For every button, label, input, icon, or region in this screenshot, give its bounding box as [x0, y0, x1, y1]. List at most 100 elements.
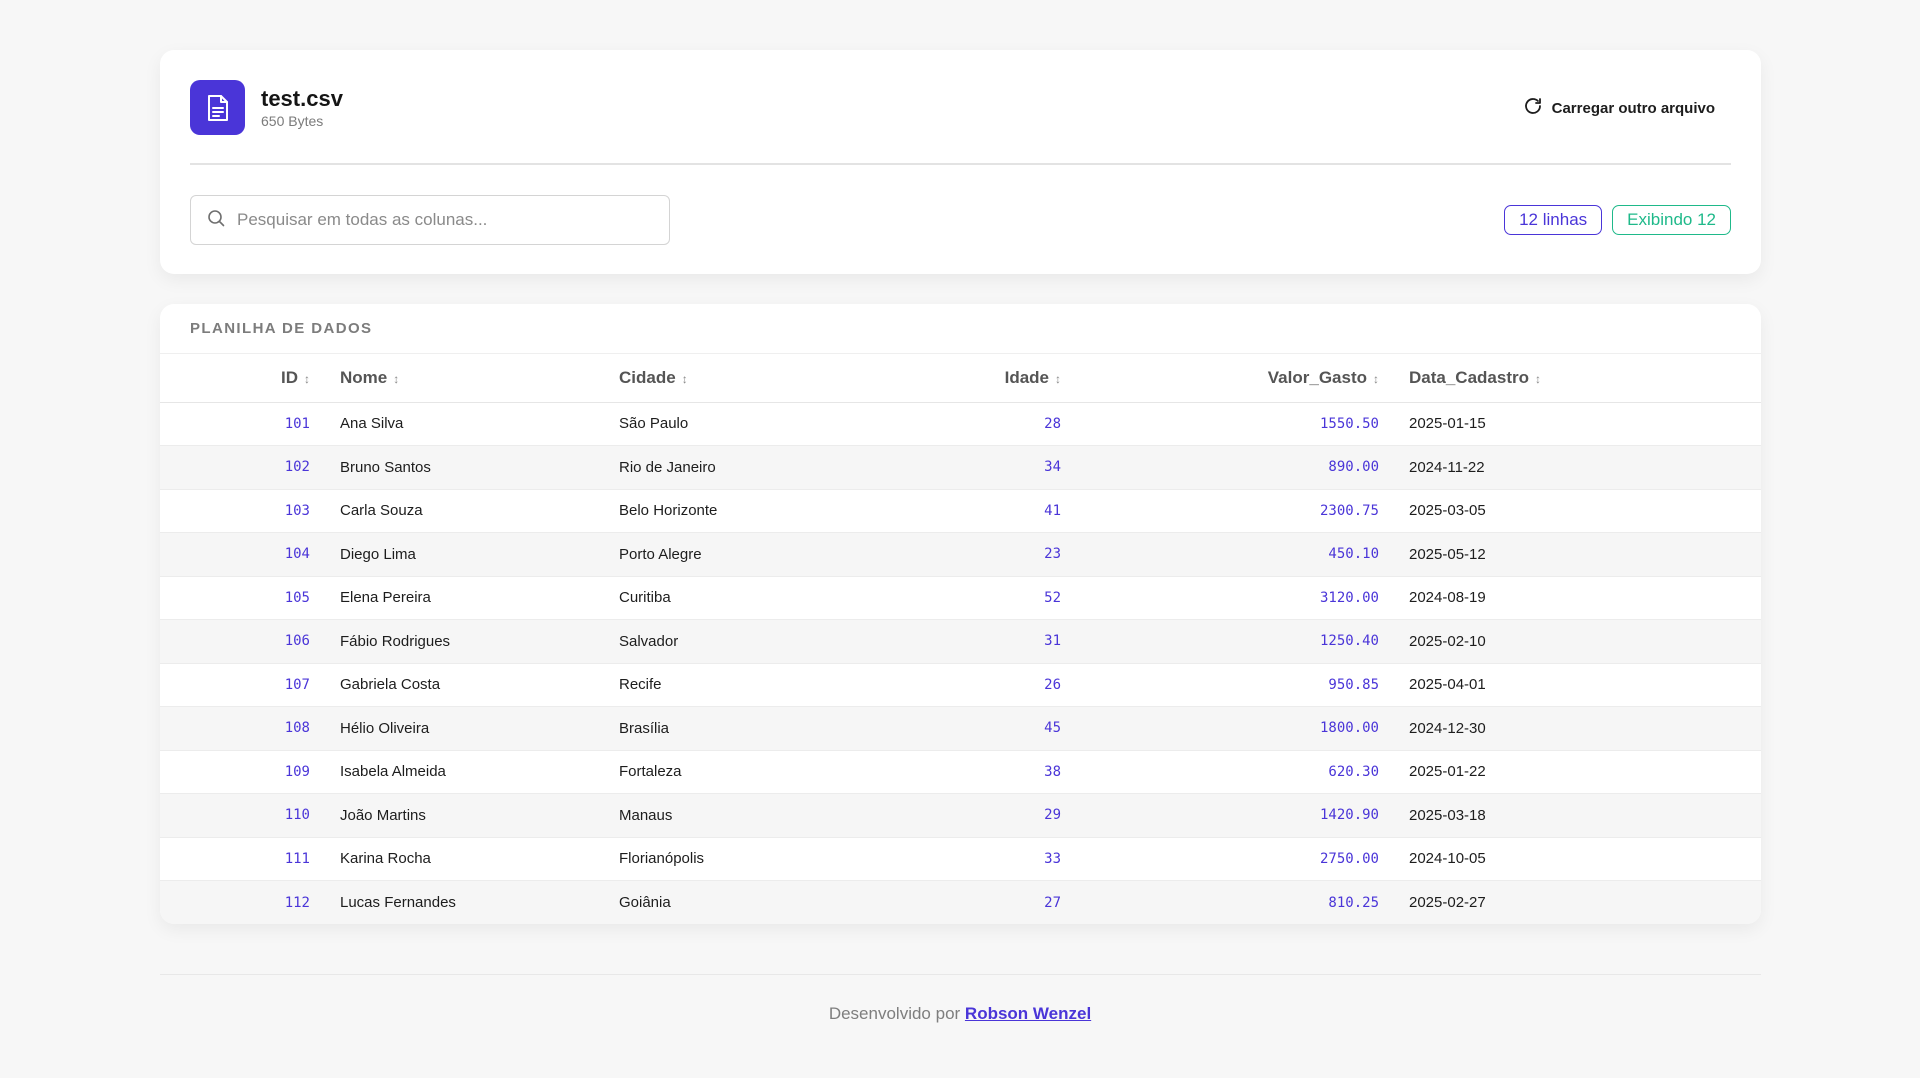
row-count-badges: 12 linhas Exibindo 12	[1504, 205, 1731, 235]
cell-id: 103	[160, 489, 310, 533]
cell-idade: 52	[880, 576, 1061, 620]
table-row: 103 Carla Souza Belo Horizonte 41 2300.75 202…	[160, 489, 1761, 533]
cell-cidade: Manaus	[619, 793, 880, 838]
table-row: 104 Diego Lima Porto Alegre 23 450.10 2025-05…	[160, 532, 1761, 577]
cell-valor-gasto: 1420.90	[1061, 793, 1379, 838]
cell-nome: Lucas Fernandes	[340, 894, 456, 911]
cell-cidade: Florianópolis	[619, 837, 880, 881]
footer: Desenvolvido por Robson Wenzel	[0, 1004, 1920, 1024]
cell-data-cadastro: 2025-02-27	[1409, 894, 1486, 911]
cell-id: 112	[284, 894, 310, 911]
table-title: PLANILHA DE DADOS	[160, 304, 1761, 354]
cell-data-cadastro: 2025-01-22	[1379, 750, 1761, 794]
column-header-idade[interactable]: Idade ↕	[880, 354, 1061, 403]
load-another-file-button[interactable]: Carregar outro arquivo	[1523, 96, 1715, 120]
cell-nome: Isabela Almeida	[310, 750, 619, 794]
cell-nome: Bruno Santos	[310, 445, 619, 490]
cell-valor-gasto: 3120.00	[1061, 576, 1379, 620]
cell-data-cadastro: 2024-12-30	[1379, 706, 1761, 751]
sort-icon: ↕	[1373, 371, 1379, 386]
cell-cidade: Rio de Janeiro	[619, 445, 880, 490]
cell-nome: Ana Silva	[310, 402, 619, 446]
header-divider	[190, 163, 1731, 165]
cell-data-cadastro: 2025-04-01	[1379, 663, 1761, 707]
cell-id: 105	[160, 576, 310, 620]
cell-nome: Karina Rocha	[310, 837, 619, 881]
cell-cidade: Salvador	[619, 619, 880, 664]
file-info: test.csv 650 Bytes	[190, 80, 1731, 135]
cell-valor-gasto: 1550.50	[1061, 402, 1379, 446]
cell-valor-gasto: 890.00	[1061, 445, 1379, 490]
cell-valor-gasto: 620.30	[1061, 750, 1379, 794]
cell-cidade: Porto Alegre	[619, 532, 880, 577]
cell-id: 106	[160, 619, 310, 664]
table-row: 108 Hélio Oliveira Brasília 45 1800.00 2024-1…	[160, 706, 1761, 751]
footer-prefix: Desenvolvido por	[828, 1004, 961, 1023]
cell-data-cadastro: 2025-01-15	[1379, 402, 1761, 446]
cell-nome: Fábio Rodrigues	[310, 619, 619, 664]
cell-idade: 45	[880, 706, 1061, 751]
cell-idade: 31	[880, 619, 1061, 664]
table-row: 109 Isabela Almeida Fortaleza 38 620.30 2025-…	[160, 750, 1761, 794]
total-rows-badge: 12 linhas	[1504, 205, 1603, 235]
search-input[interactable]	[237, 210, 657, 230]
file-meta: test.csv 650 Bytes	[261, 86, 343, 130]
column-header-valor-gasto[interactable]: Valor_Gasto ↕	[1061, 354, 1379, 403]
data-table-card: PLANILHA DE DADOS ID ↕ Nome ↕ Cidade ↕ Idad…	[160, 304, 1761, 924]
cell-idade: 33	[880, 837, 1061, 881]
cell-data-cadastro: 2024-08-19	[1379, 576, 1761, 620]
cell-idade: 23	[880, 532, 1061, 577]
data-table: ID ↕ Nome ↕ Cidade ↕ Idade ↕ Valor_Gasto ↕ Da…	[160, 354, 1761, 924]
cell-data-cadastro: 2025-03-18	[1379, 793, 1761, 838]
cell-cidade: Curitiba	[619, 576, 880, 620]
footer-divider	[160, 974, 1761, 975]
table-body: 101 Ana Silva São Paulo 28 1550.50 2025-01-15…	[160, 402, 1761, 924]
cell-cidade: São Paulo	[619, 402, 880, 446]
cell-valor-gasto: 810.25	[1328, 894, 1379, 911]
search-box[interactable]	[190, 195, 670, 245]
cell-id: 110	[160, 793, 310, 838]
author-link[interactable]: Robson Wenzel	[965, 1004, 1091, 1023]
cell-id: 102	[160, 445, 310, 490]
cell-idade: 29	[880, 793, 1061, 838]
table-row: 112 Lucas Fernandes Goiânia 27 810.25 2025-02…	[160, 880, 1761, 924]
file-name: test.csv	[261, 85, 343, 111]
cell-valor-gasto: 2300.75	[1061, 489, 1379, 533]
cell-id: 107	[160, 663, 310, 707]
table-row: 111 Karina Rocha Florianópolis 33 2750.00 202…	[160, 837, 1761, 881]
sort-icon: ↕	[1055, 371, 1061, 386]
cell-nome: Diego Lima	[310, 532, 619, 577]
column-header-id[interactable]: ID ↕	[160, 354, 310, 403]
showing-rows-badge: Exibindo 12	[1612, 205, 1731, 235]
cell-data-cadastro: 2024-11-22	[1379, 445, 1761, 490]
cell-nome: Carla Souza	[310, 489, 619, 533]
cell-id: 108	[160, 706, 310, 751]
column-header-cidade[interactable]: Cidade ↕	[619, 354, 880, 403]
column-header-nome[interactable]: Nome ↕	[310, 354, 619, 403]
cell-idade: 41	[880, 489, 1061, 533]
cell-nome: Gabriela Costa	[310, 663, 619, 707]
cell-cidade: Brasília	[619, 706, 880, 751]
cell-valor-gasto: 1250.40	[1061, 619, 1379, 664]
cell-idade: 28	[880, 402, 1061, 446]
cell-nome: João Martins	[310, 793, 619, 838]
file-size: 650 Bytes	[261, 112, 324, 129]
cell-data-cadastro: 2025-02-10	[1379, 619, 1761, 664]
cell-data-cadastro: 2024-10-05	[1379, 837, 1761, 881]
cell-cidade: Belo Horizonte	[619, 489, 880, 533]
load-another-file-label: Carregar outro arquivo	[1551, 99, 1715, 117]
table-header-row: ID ↕ Nome ↕ Cidade ↕ Idade ↕ Valor_Gasto ↕ Da…	[160, 354, 1761, 403]
column-header-data-cadastro[interactable]: Data_Cadastro ↕	[1379, 354, 1761, 403]
cell-valor-gasto: 2750.00	[1061, 837, 1379, 881]
cell-valor-gasto: 950.85	[1061, 663, 1379, 707]
sort-icon: ↕	[1535, 371, 1541, 386]
cell-cidade: Fortaleza	[619, 750, 880, 794]
table-row: 107 Gabriela Costa Recife 26 950.85 2025-04-0…	[160, 663, 1761, 707]
sort-icon: ↕	[304, 371, 310, 386]
cell-idade: 26	[880, 663, 1061, 707]
table-row: 106 Fábio Rodrigues Salvador 31 1250.40 2025-…	[160, 619, 1761, 664]
table-row: 102 Bruno Santos Rio de Janeiro 34 890.00 202…	[160, 445, 1761, 490]
refresh-icon	[1523, 96, 1543, 120]
file-text-icon	[190, 80, 245, 135]
search-icon	[207, 209, 225, 232]
